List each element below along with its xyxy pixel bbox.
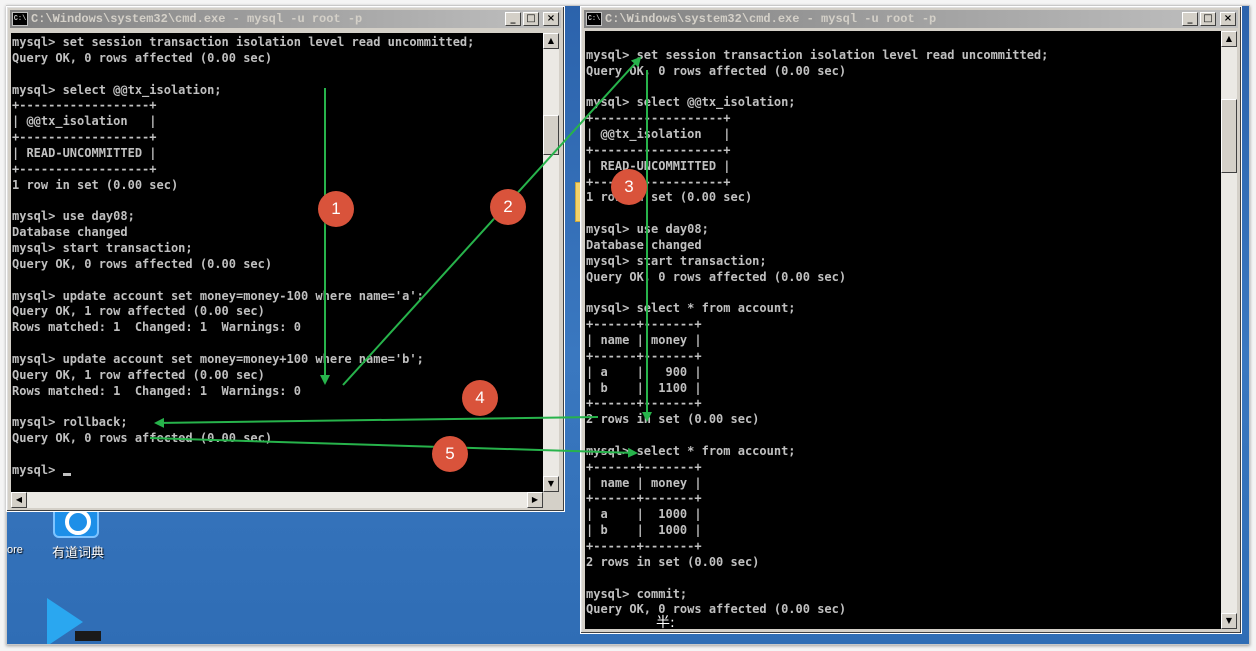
console-line: mysql> start transaction; [12, 240, 193, 255]
console-line: mysql> select @@tx_isolation; [12, 82, 222, 97]
right-window-title: C:\Windows\system32\cmd.exe - mysql -u r… [605, 12, 937, 26]
console-line: 1 row in set (0.00 sec) [12, 177, 179, 192]
console-line: mysql> use day08; [586, 222, 709, 237]
console-line: +------------------+ [586, 111, 731, 126]
console-line: mysql> update account set money=money-10… [12, 288, 424, 303]
console-line: mysql> select * from account; [586, 443, 796, 458]
console-line: | a | 900 | [586, 364, 702, 379]
desktop-icon-label-partial: ore [7, 544, 23, 556]
console-line: +------+-------+ [586, 317, 702, 332]
console-line: +------+-------+ [586, 459, 702, 474]
console-line: | b | 1000 | [586, 523, 702, 538]
console-line: +------------------+ [12, 130, 157, 145]
scroll-up-arrow-icon[interactable]: ▲ [543, 33, 559, 49]
console-line: 2 rows in set (0.00 sec) [586, 412, 760, 427]
console-line: | name | money | [586, 475, 702, 490]
left-vertical-scrollbar[interactable]: ▲ ▼ [543, 33, 559, 492]
console-line: +------+-------+ [586, 396, 702, 411]
console-line: +------------------+ [586, 142, 731, 157]
cmd-window-icon: C:\ [12, 12, 28, 26]
console-line: | name | money | [586, 333, 702, 348]
console-line: Query OK, 1 row affected (0.00 sec) [12, 304, 265, 319]
console-line: Rows matched: 1 Changed: 1 Warnings: 0 [12, 320, 301, 335]
console-line: Query OK, 0 rows affected (0.00 sec) [586, 602, 847, 617]
cmd-window-icon: C:\ [586, 12, 602, 26]
step-marker-5: 5 [432, 436, 468, 472]
left-horizontal-scrollbar[interactable]: ◀ ▶ [11, 492, 543, 508]
left-window-titlebar[interactable]: C:\ C:\Windows\system32\cmd.exe - mysql … [10, 10, 561, 28]
console-line: | a | 1000 | [586, 507, 702, 522]
console-line: Query OK, 0 rows affected (0.00 sec) [586, 269, 847, 284]
console-line: Query OK, 0 rows affected (0.00 sec) [586, 63, 847, 78]
console-line: | @@tx_isolation | [586, 127, 731, 142]
console-line: mysql> commit; [586, 586, 688, 601]
console-line: | READ-UNCOMMITTED | [12, 145, 157, 160]
console-line: Query OK, 0 rows affected (0.00 sec) [12, 256, 273, 271]
left-console-output[interactable]: mysql> set session transaction isolation… [11, 33, 543, 492]
scroll-down-arrow-icon[interactable]: ▼ [1221, 613, 1237, 629]
right-console-output[interactable]: mysql> set session transaction isolation… [585, 31, 1221, 629]
scroll-left-arrow-icon[interactable]: ◀ [11, 492, 27, 508]
console-line: +------+-------+ [586, 539, 702, 553]
console-line: | READ-UNCOMMITTED | [586, 158, 731, 173]
scroll-thumb[interactable] [1221, 99, 1237, 173]
close-button[interactable]: × [1220, 12, 1236, 26]
console-line: Query OK, 0 rows affected (0.00 sec) [12, 50, 273, 65]
console-line: Database changed [586, 237, 702, 252]
console-line: mysql> select * from account; [586, 301, 796, 316]
console-line: +------------------+ [12, 161, 157, 176]
scroll-right-arrow-icon[interactable]: ▶ [527, 492, 543, 508]
console-line: mysql> select @@tx_isolation; [586, 95, 796, 110]
console-line: Query OK, 1 row affected (0.00 sec) [12, 367, 265, 382]
step-marker-4: 4 [462, 380, 498, 416]
left-window-title: C:\Windows\system32\cmd.exe - mysql -u r… [31, 12, 363, 26]
scroll-up-arrow-icon[interactable]: ▲ [1221, 31, 1237, 47]
console-line: mysql> start transaction; [586, 253, 767, 268]
minimize-button[interactable]: _ [1182, 12, 1198, 26]
step-marker-3: 3 [611, 169, 647, 205]
right-cmd-window[interactable]: C:\ C:\Windows\system32\cmd.exe - mysql … [580, 6, 1242, 634]
minimize-button[interactable]: _ [505, 12, 521, 26]
screenshot-frame: ore 有道词典 C:\ C:\Windows\system32\cmd.exe… [0, 0, 1256, 651]
console-line: | b | 1100 | [586, 380, 702, 395]
console-line: mysql> set session transaction isolation… [12, 35, 475, 49]
right-window-titlebar[interactable]: C:\ C:\Windows\system32\cmd.exe - mysql … [584, 10, 1238, 28]
media-player-icon-base [75, 631, 101, 641]
text-cursor [62, 472, 71, 476]
console-line: +------+-------+ [586, 491, 702, 506]
scroll-down-arrow-icon[interactable]: ▼ [543, 476, 559, 492]
console-line: Database changed [12, 225, 128, 240]
console-line: 1 row in set (0.00 sec) [586, 190, 753, 205]
ime-status-indicator: 半: [656, 615, 675, 631]
console-line: | @@tx_isolation | [12, 114, 157, 129]
scroll-thumb[interactable] [543, 115, 559, 155]
step-marker-1: 1 [318, 191, 354, 227]
console-line: mysql> update account set money=money+10… [12, 351, 424, 366]
step-marker-2: 2 [490, 189, 526, 225]
console-line: mysql> set session transaction isolation… [586, 47, 1049, 62]
maximize-button[interactable]: □ [523, 12, 539, 26]
maximize-button[interactable]: □ [1200, 12, 1216, 26]
console-line: mysql> use day08; [12, 209, 135, 224]
youdao-dict-label[interactable]: 有道词典 [43, 542, 113, 561]
left-cmd-window[interactable]: C:\ C:\Windows\system32\cmd.exe - mysql … [6, 6, 565, 512]
console-line: mysql> rollback; [12, 415, 128, 430]
console-line: +------------------+ [586, 174, 731, 189]
console-line: 2 rows in set (0.00 sec) [586, 554, 760, 569]
console-line: +------+-------+ [586, 348, 702, 363]
close-button[interactable]: × [543, 12, 559, 26]
right-vertical-scrollbar[interactable]: ▲ ▼ [1221, 31, 1237, 629]
console-line: +------------------+ [12, 98, 157, 113]
